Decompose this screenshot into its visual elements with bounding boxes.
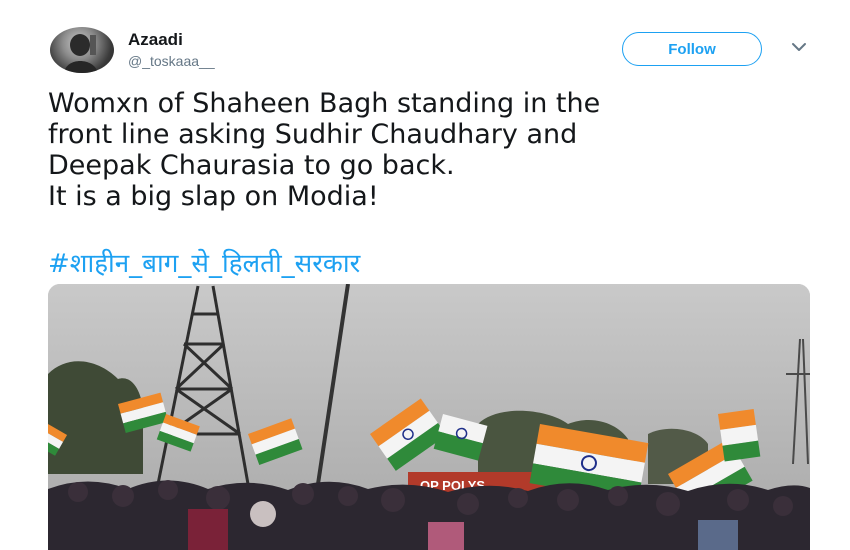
chevron-down-icon[interactable]	[790, 40, 808, 54]
author-display-name[interactable]: Azaadi	[128, 30, 183, 50]
hashtag-link[interactable]: #शाहीन_बाग_से_हिलती_सरकार	[48, 244, 360, 280]
avatar-image	[64, 34, 98, 73]
follow-button[interactable]: Follow	[622, 32, 762, 66]
avatar[interactable]	[50, 27, 114, 73]
tweet-media[interactable]: OP POLYS	[48, 284, 810, 550]
tweet-text: Womxn of Shaheen Bagh standing in the fr…	[48, 88, 601, 212]
protest-photo: OP POLYS	[48, 284, 810, 550]
author-handle[interactable]: @_toskaaa__	[128, 53, 215, 69]
